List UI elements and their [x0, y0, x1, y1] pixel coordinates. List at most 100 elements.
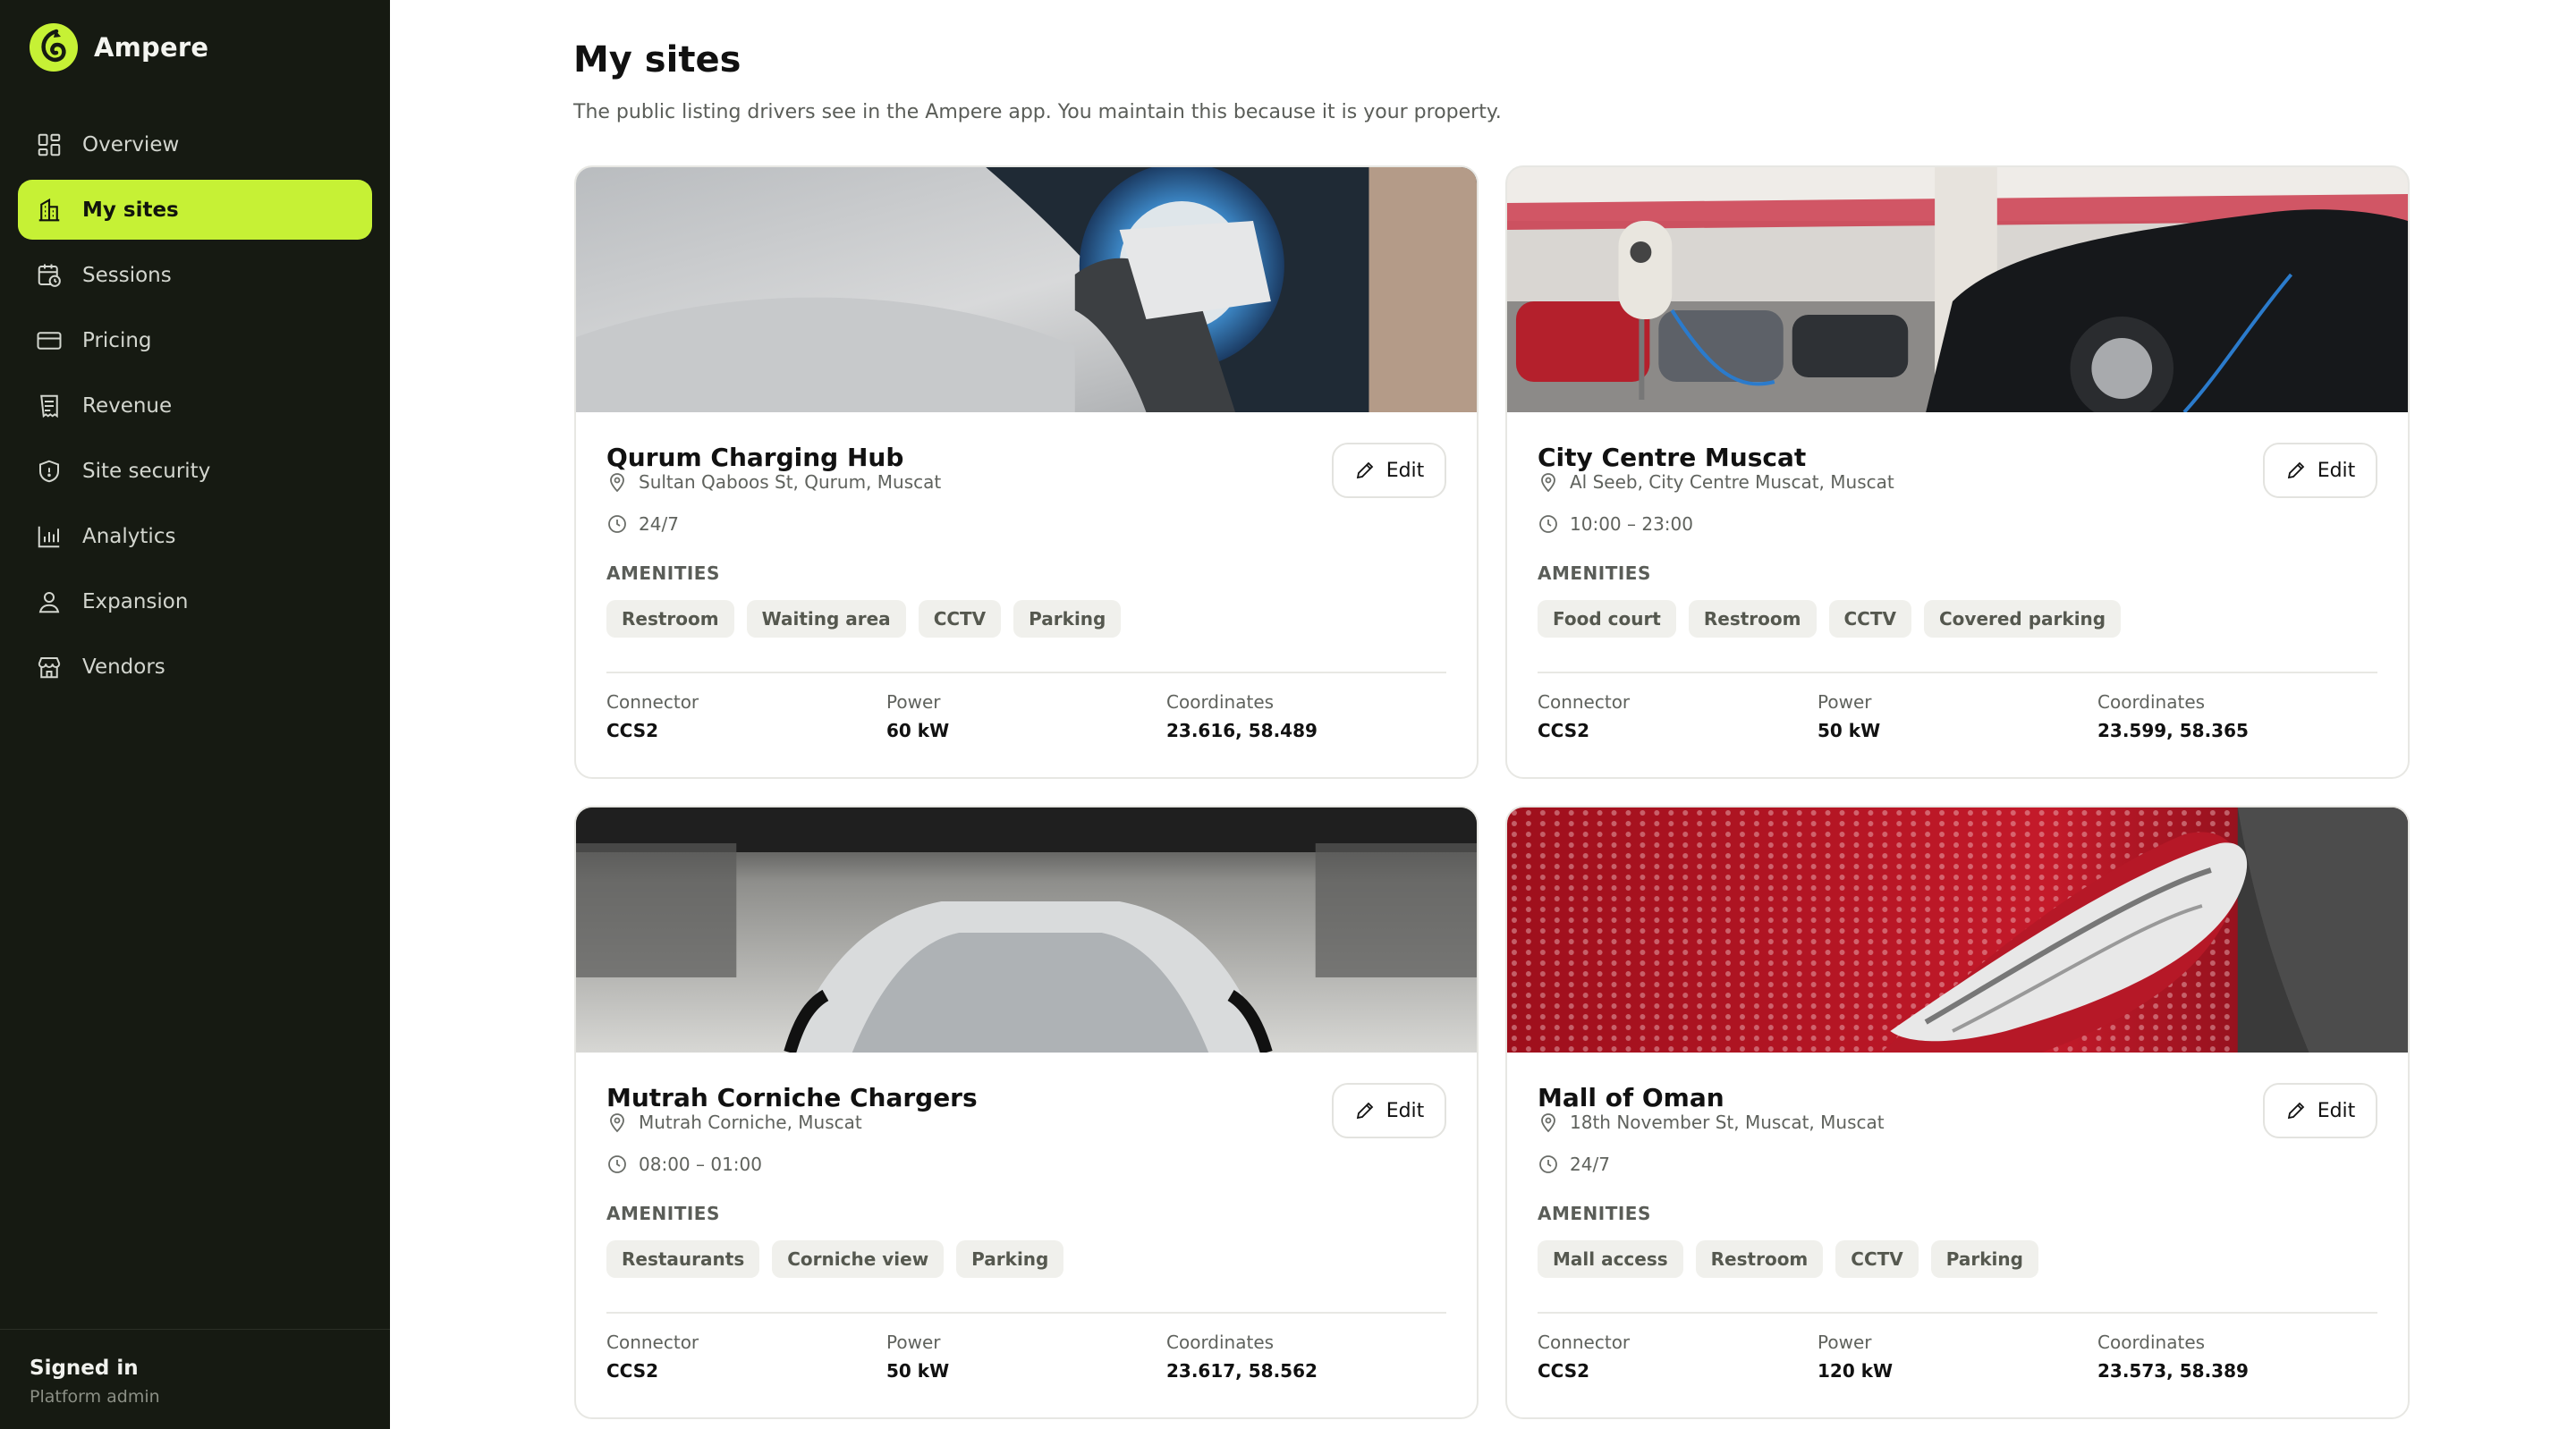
- site-hours-text: 10:00 – 23:00: [1570, 513, 1693, 535]
- site-address: Sultan Qaboos St, Qurum, Muscat: [606, 471, 941, 493]
- coordinates-spec: Coordinates 23.599, 58.365: [2097, 691, 2377, 741]
- edit-label: Edit: [1385, 459, 1425, 482]
- sidebar-item-label: Overview: [82, 132, 180, 156]
- map-pin-icon: [610, 1113, 624, 1133]
- spec-label: Coordinates: [2097, 1332, 2206, 1353]
- credit-card-icon: [37, 331, 62, 350]
- sidebar-item-label: Pricing: [82, 328, 152, 352]
- site-specs: Connector CCS2 Power 50 kW Coordinates 2…: [1538, 691, 2377, 741]
- site-card: Mutrah Corniche Chargers Mutrah Corniche…: [574, 806, 1479, 1419]
- sidebar-item-expansion[interactable]: Expansion: [18, 571, 372, 631]
- sidebar-item-my-sites[interactable]: My sites: [18, 180, 372, 240]
- edit-label: Edit: [1385, 1099, 1425, 1122]
- sidebar-item-site-security[interactable]: Site security: [18, 441, 372, 501]
- amenity-chip: CCTV: [1828, 600, 1911, 638]
- site-address: Mutrah Corniche, Muscat: [606, 1112, 862, 1133]
- building-icon: [38, 198, 60, 221]
- amenities-label: AMENITIES: [606, 1203, 720, 1224]
- connector-value: CCS2: [1538, 1360, 1590, 1382]
- store-icon: [38, 656, 61, 678]
- red-car-headlight-photo: [1507, 808, 2408, 1053]
- ev-charging-plug-photo: [576, 167, 1477, 412]
- connector-spec: Connector CCS2: [1538, 691, 1818, 741]
- amenities-label: AMENITIES: [1538, 1203, 1651, 1224]
- clock-icon: [1539, 1155, 1557, 1173]
- sidebar-item-vendors[interactable]: Vendors: [18, 637, 372, 697]
- site-photo: [576, 808, 1477, 1053]
- site-specs: Connector CCS2 Power 60 kW Coordinates 2…: [606, 691, 1446, 741]
- site-address-text: 18th November St, Muscat, Muscat: [1570, 1112, 1885, 1133]
- amenity-chip: Restroom: [1695, 1240, 1824, 1278]
- divider: [606, 1312, 1446, 1314]
- connector-spec: Connector CCS2: [1538, 1332, 1818, 1382]
- map-pin-icon: [1541, 473, 1555, 493]
- amenities-label: AMENITIES: [606, 562, 720, 584]
- coordinates-spec: Coordinates 23.617, 58.562: [1166, 1332, 1446, 1382]
- amenity-chip: CCTV: [1835, 1240, 1919, 1278]
- connector-spec: Connector CCS2: [606, 1332, 886, 1382]
- site-name: City Centre Muscat: [1538, 443, 1807, 472]
- site-card: Qurum Charging Hub Sultan Qaboos St, Qur…: [574, 165, 1479, 779]
- amenities-list: Restroom Waiting area CCTV Parking: [606, 600, 1122, 638]
- edit-site-button[interactable]: Edit: [2263, 443, 2377, 498]
- receipt-icon: [40, 394, 58, 418]
- connector-value: CCS2: [606, 1360, 659, 1382]
- sidebar-item-label: Sessions: [82, 263, 172, 287]
- power-spec: Power 120 kW: [1818, 1332, 2097, 1382]
- signed-in-label: Signed in: [30, 1357, 139, 1380]
- main-content: My sites The public listing drivers see …: [390, 0, 2576, 1429]
- calendar-clock-icon: [38, 264, 61, 287]
- site-photo: [576, 167, 1477, 412]
- clock-icon: [1539, 515, 1557, 533]
- amenities-label: AMENITIES: [1538, 562, 1651, 584]
- site-hours-text: 24/7: [1570, 1154, 1610, 1175]
- sidebar-item-analytics[interactable]: Analytics: [18, 506, 372, 566]
- edit-site-button[interactable]: Edit: [2263, 1083, 2377, 1138]
- site-card: Mall of Oman 18th November St, Muscat, M…: [1505, 806, 2410, 1419]
- connector-value: CCS2: [1538, 720, 1590, 741]
- power-value: 50 kW: [886, 1360, 950, 1382]
- user-role: Platform admin: [30, 1387, 160, 1407]
- sidebar-nav: Overview My sites Sessions Pricing Reven…: [18, 114, 372, 702]
- amenity-chip: Restaurants: [606, 1240, 760, 1278]
- divider: [606, 672, 1446, 673]
- divider: [1538, 672, 2377, 673]
- spec-label: Power: [886, 1332, 941, 1353]
- brand[interactable]: Ampere: [30, 23, 208, 72]
- sidebar-item-revenue[interactable]: Revenue: [18, 376, 372, 435]
- site-specs: Connector CCS2 Power 50 kW Coordinates 2…: [606, 1332, 1446, 1382]
- power-value: 120 kW: [1818, 1360, 1894, 1382]
- page-subtitle: The public listing drivers see in the Am…: [573, 101, 1502, 123]
- site-card-body: Mall of Oman 18th November St, Muscat, M…: [1507, 1053, 2408, 1417]
- amenity-chip: Restroom: [606, 600, 734, 638]
- amenities-list: Food court Restroom CCTV Covered parking: [1538, 600, 2122, 638]
- sidebar-item-label: My sites: [82, 198, 179, 222]
- spec-label: Coordinates: [1166, 691, 1275, 713]
- sidebar-item-pricing[interactable]: Pricing: [18, 310, 372, 370]
- amenity-chip: Parking: [1930, 1240, 2038, 1278]
- sidebar-item-label: Revenue: [82, 393, 173, 418]
- coordinates-value: 23.616, 58.489: [1166, 720, 1318, 741]
- site-hours: 10:00 – 23:00: [1538, 513, 1693, 535]
- site-address-text: Mutrah Corniche, Muscat: [639, 1112, 862, 1133]
- sidebar-item-label: Expansion: [82, 589, 189, 613]
- site-card-body: Mutrah Corniche Chargers Mutrah Corniche…: [576, 1053, 1477, 1417]
- account-footer[interactable]: Signed in Platform admin: [0, 1329, 390, 1429]
- edit-site-button[interactable]: Edit: [1332, 443, 1446, 498]
- amenity-chip: Corniche view: [772, 1240, 945, 1278]
- coordinates-value: 23.617, 58.562: [1166, 1360, 1318, 1382]
- pencil-icon: [2287, 1102, 2304, 1120]
- sidebar-item-overview[interactable]: Overview: [18, 114, 372, 174]
- pencil-icon: [2287, 461, 2304, 479]
- spec-label: Connector: [1538, 691, 1631, 713]
- sidebar-item-sessions[interactable]: Sessions: [18, 245, 372, 305]
- sites-grid: Qurum Charging Hub Sultan Qaboos St, Qur…: [574, 165, 2410, 1429]
- clock-icon: [608, 515, 626, 533]
- app-root: Ampere Overview My sites Sessions Pricin…: [0, 0, 2576, 1429]
- spec-label: Coordinates: [2097, 691, 2206, 713]
- spec-label: Connector: [1538, 1332, 1631, 1353]
- ampere-logo-icon: [30, 23, 78, 72]
- site-card-body: Qurum Charging Hub Sultan Qaboos St, Qur…: [576, 412, 1477, 777]
- parking-garage-charger-photo: [1507, 167, 2408, 412]
- edit-site-button[interactable]: Edit: [1332, 1083, 1446, 1138]
